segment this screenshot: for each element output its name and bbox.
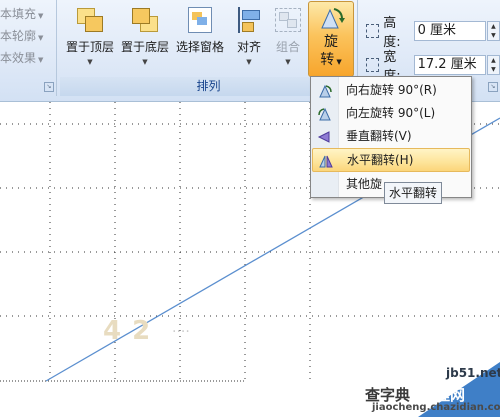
align-label: 对齐 <box>236 40 261 54</box>
menu-item-flip-vertical[interactable]: 垂直翻转(V) <box>312 125 470 147</box>
send-to-back-icon <box>130 6 160 34</box>
chevron-down-icon: ▼ <box>142 58 148 66</box>
align-button[interactable]: 对齐 ▼ <box>230 4 268 70</box>
menu-item-label: 水平翻转(H) <box>347 153 414 167</box>
rotate-label-bottom-text: 转 <box>320 52 335 68</box>
shape-fill-label: 本填充 <box>0 7 37 21</box>
height-icon <box>366 24 380 38</box>
chevron-down-icon: ▼ <box>246 58 252 66</box>
shape-number-label: 4 2 <box>103 316 152 346</box>
height-spinner[interactable]: ▲ ▼ <box>486 21 500 41</box>
rotate-right-icon <box>317 83 333 98</box>
flip-horizontal-icon <box>318 153 334 168</box>
menu-item-rotate-right[interactable]: 向右旋转 90°(R) <box>312 79 470 101</box>
flip-vertical-icon <box>317 129 333 143</box>
shape-outline-button[interactable]: 本轮廓 ▼ <box>0 27 43 44</box>
send-to-back-label: 置于底层 <box>120 40 169 54</box>
watermark-site: jb51.net <box>446 366 500 380</box>
selection-pane-label: 选择窗格 <box>175 40 224 54</box>
shape-dots: .... <box>172 320 190 336</box>
menu-item-label: 向左旋转 90°(L) <box>346 106 436 120</box>
rotate-left-icon <box>317 106 333 121</box>
shape-styles-group: 本填充 ▼ 本轮廓 ▼ 本效果 ▼ ↘ <box>0 0 57 96</box>
rotate-button[interactable]: 旋 转 ▼ <box>308 1 354 77</box>
menu-item-flip-horizontal[interactable]: 水平翻转(H) <box>312 148 470 172</box>
shape-outline-label: 本轮廓 <box>0 29 37 43</box>
watermark-url: jiaocheng.chazidian.com <box>372 402 500 413</box>
shape-effects-button[interactable]: 本效果 ▼ <box>0 49 43 66</box>
group-button[interactable]: 组合 ▼ <box>268 4 308 70</box>
height-row: 高度: 0 厘米 ▲ ▼ <box>366 12 500 50</box>
dialog-launcher-icon[interactable]: ↘ <box>44 82 54 92</box>
menu-item-label: 向右旋转 90°(R) <box>346 83 437 97</box>
height-input[interactable]: 0 厘米 <box>413 21 486 41</box>
menu-item-label: 垂直翻转(V) <box>346 129 412 143</box>
bring-to-front-button[interactable]: 置于顶层 ▼ <box>62 4 118 70</box>
bring-to-front-icon <box>75 6 105 34</box>
selection-pane-icon <box>185 6 215 34</box>
selection-pane-button[interactable]: 选择窗格 <box>172 4 228 70</box>
chevron-down-icon: ▼ <box>285 58 291 66</box>
send-to-back-button[interactable]: 置于底层 ▼ <box>118 4 172 70</box>
group-label: 组合 <box>275 40 300 54</box>
chevron-down-icon: ▼ <box>38 56 44 64</box>
tooltip: 水平翻转 <box>384 182 443 204</box>
width-input[interactable]: 17.2 厘米 <box>413 55 486 75</box>
shape-fill-button[interactable]: 本填充 ▼ <box>0 5 43 22</box>
height-label: 高度: <box>383 16 401 50</box>
width-spinner[interactable]: ▲ ▼ <box>486 55 500 75</box>
rotate-label-bottom: 转 ▼ <box>309 51 353 71</box>
group-icon <box>273 6 303 34</box>
dialog-launcher-icon[interactable]: ↘ <box>488 82 498 92</box>
chevron-down-icon: ▼ <box>334 58 342 66</box>
menu-item-rotate-left[interactable]: 向左旋转 90°(L) <box>312 102 470 124</box>
chevron-down-icon: ▼ <box>87 58 93 66</box>
align-icon <box>234 6 264 34</box>
rotate-icon <box>316 5 346 31</box>
chevron-down-icon: ▼ <box>38 12 44 20</box>
menu-item-label: 其他旋 <box>346 177 383 191</box>
width-icon <box>366 58 380 72</box>
bring-to-front-label: 置于顶层 <box>65 40 114 54</box>
rotate-label-top: 旋 <box>324 34 338 50</box>
chevron-down-icon: ▼ <box>38 34 44 42</box>
shape-effects-label: 本效果 <box>0 51 37 65</box>
rotate-menu: 向右旋转 90°(R) 向左旋转 90°(L) 垂直翻转(V) 水平翻转(H) … <box>310 76 472 198</box>
